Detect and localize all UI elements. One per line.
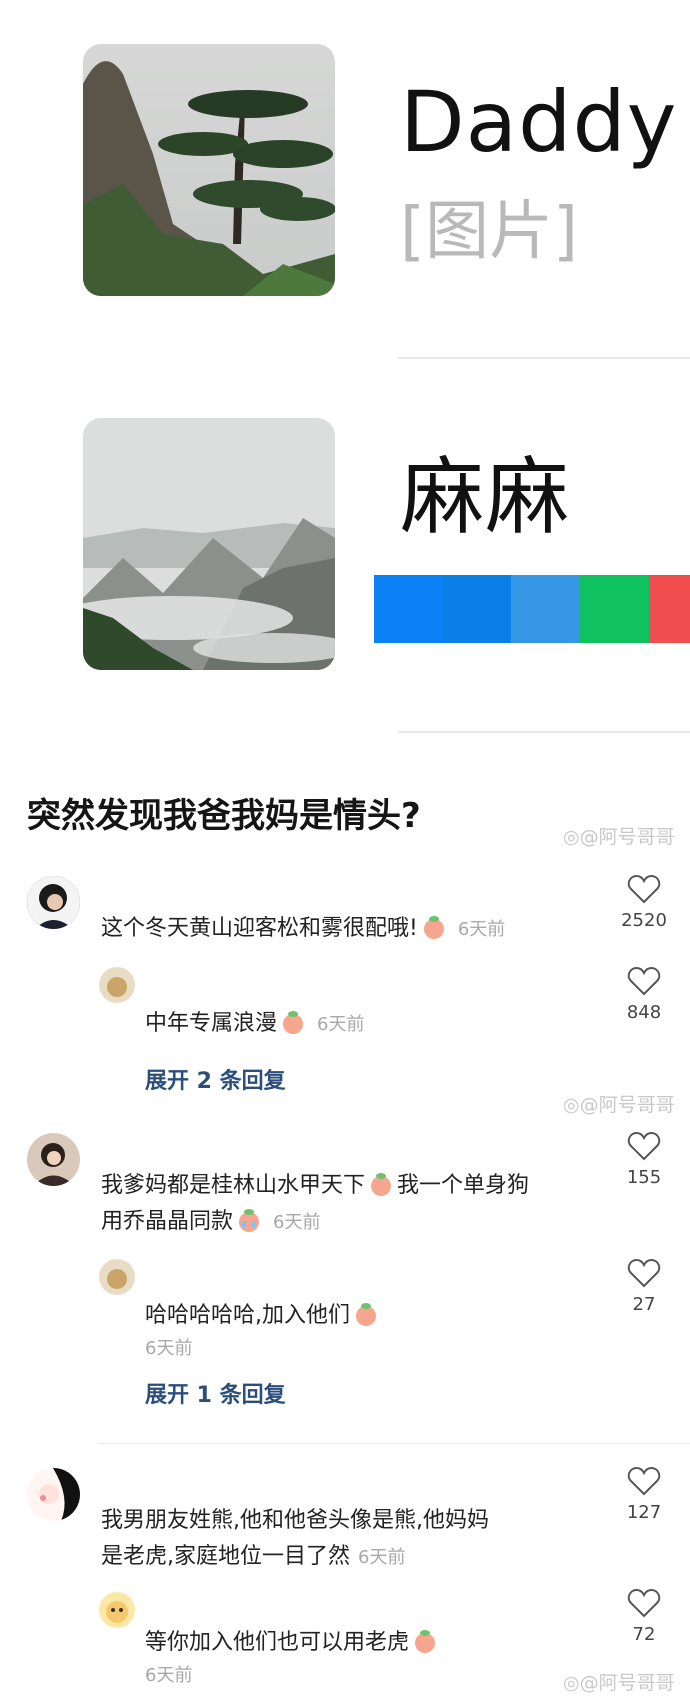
comment-time: 6天前 [358, 1547, 406, 1568]
like-count: 72 [632, 1624, 656, 1645]
color-block-3 [511, 575, 581, 643]
last-message-preview: [图片] [400, 195, 578, 269]
like-count: 2520 [621, 910, 667, 931]
like-count: 848 [626, 1002, 662, 1023]
heart-icon [627, 874, 661, 904]
peach-emoji-icon [412, 1628, 438, 1654]
reply-text: 中年专属浪漫 6天前 [145, 1009, 365, 1036]
heart-icon [627, 1131, 661, 1161]
peach-emoji-icon [421, 914, 447, 940]
reply-time: 6天前 [145, 1665, 193, 1686]
like-button[interactable]: 127 [609, 1466, 679, 1523]
expand-replies-link[interactable]: 展开 1 条回复 [145, 1377, 286, 1409]
reply-text: 哈哈哈哈哈,加入他们 [145, 1298, 382, 1334]
heart-icon [627, 1588, 661, 1618]
like-button[interactable]: 72 [609, 1588, 679, 1645]
like-count: 155 [626, 1167, 662, 1188]
contact-name-daddy: Daddy [400, 73, 678, 171]
comment-text: 我男朋友姓熊,他和他爸头像是熊,他妈妈 是老虎,家庭地位一目了然 6天前 [101, 1508, 489, 1569]
user-avatar[interactable] [27, 1468, 80, 1521]
comment-time: 6天前 [457, 919, 506, 940]
expand-replies-link[interactable]: 展开 2 条回复 [145, 1063, 286, 1095]
weibo-icon: ◎ [563, 826, 580, 848]
misty-mountain-image [83, 418, 335, 670]
like-count: 127 [626, 1502, 662, 1523]
comment-text: 这个冬天黄山迎客松和雾很配哦! 6天前 [101, 914, 506, 941]
user-photo [27, 1133, 80, 1186]
pine-tree-image [83, 44, 335, 296]
contact-name-mama: 麻麻 [400, 448, 571, 546]
heart-icon [627, 1466, 661, 1496]
color-block-2 [442, 575, 512, 643]
user-photo [99, 1259, 135, 1295]
crying-peach-emoji-icon [236, 1207, 262, 1233]
like-button[interactable]: 155 [609, 1131, 679, 1188]
peach-emoji-icon [353, 1301, 379, 1327]
reply-time: 6天前 [145, 1338, 193, 1359]
peach-emoji-icon [280, 1009, 306, 1035]
reply-text: 等你加入他们也可以用老虎 [145, 1625, 441, 1661]
mama-avatar-sea-of-clouds[interactable] [83, 418, 335, 670]
daddy-avatar-pine-tree[interactable] [83, 44, 335, 296]
like-button[interactable]: 2520 [609, 874, 679, 931]
user-avatar[interactable] [27, 1133, 80, 1186]
heart-icon [627, 1258, 661, 1288]
watermark: ◎@阿号哥哥 [563, 826, 675, 848]
color-block-5 [648, 575, 690, 643]
post-title: 突然发现我爸我妈是情头? [27, 796, 421, 836]
laughing-peach-emoji-icon [368, 1171, 394, 1197]
color-block-1 [374, 575, 443, 643]
like-button[interactable]: 27 [609, 1258, 679, 1315]
like-count: 27 [632, 1294, 656, 1315]
watermark: ◎@阿号哥哥 [563, 1094, 675, 1116]
user-avatar[interactable] [99, 1592, 135, 1628]
user-avatar[interactable] [27, 876, 80, 929]
user-photo [99, 1592, 135, 1628]
comment-text: 我爹妈都是桂林山水甲天下 我一个单身狗 用乔晶晶同款 6天前 [101, 1171, 530, 1234]
divider [398, 731, 690, 733]
comment-time: 6天前 [273, 1212, 321, 1233]
watermark: ◎@阿号哥哥 [563, 1672, 675, 1694]
like-button[interactable]: 848 [609, 966, 679, 1023]
divider [99, 1443, 690, 1444]
user-avatar[interactable] [99, 967, 135, 1003]
user-photo [99, 967, 135, 1003]
divider [398, 357, 690, 359]
heart-icon [627, 966, 661, 996]
weibo-icon: ◎ [563, 1094, 580, 1116]
weibo-icon: ◎ [563, 1672, 580, 1694]
color-block-4 [580, 575, 649, 643]
color-bar [374, 575, 690, 643]
reply-time: 6天前 [317, 1014, 365, 1035]
user-photo [27, 876, 80, 929]
user-photo [27, 1468, 80, 1521]
user-avatar[interactable] [99, 1259, 135, 1295]
